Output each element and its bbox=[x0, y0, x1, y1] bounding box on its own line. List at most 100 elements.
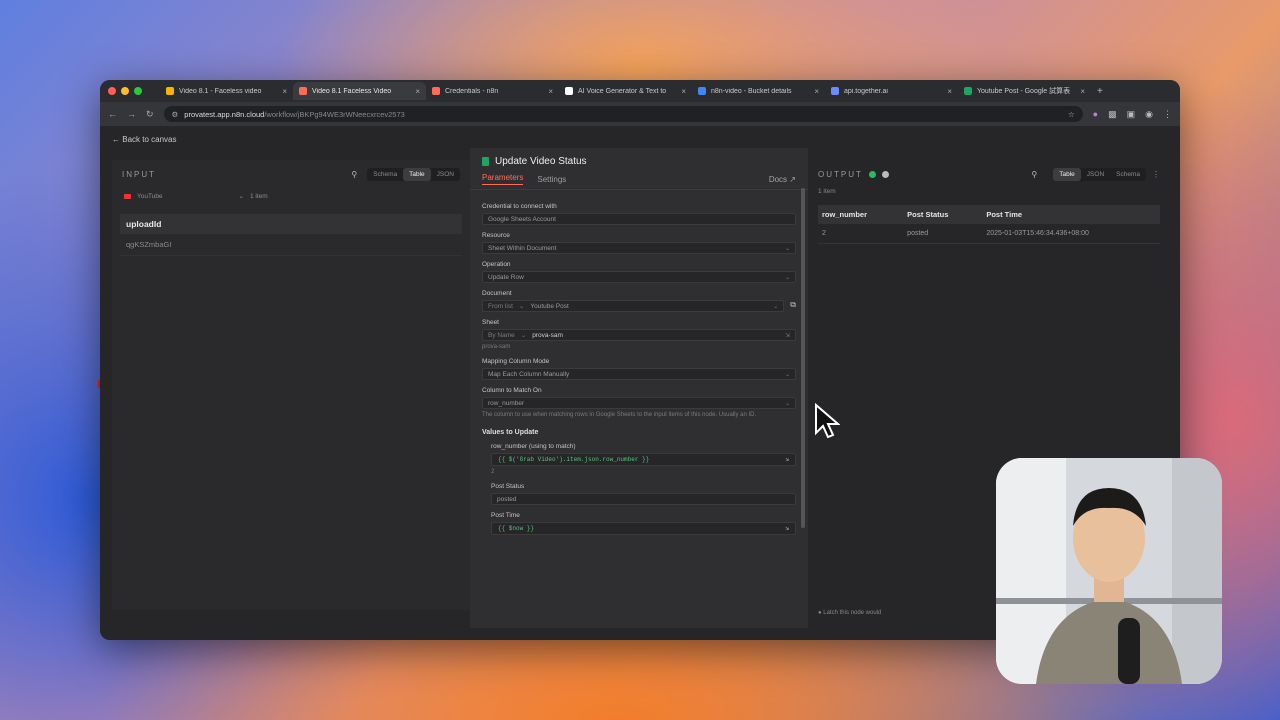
row-number-expression[interactable]: {{ $('Grab Video').item.json.row_number … bbox=[491, 452, 796, 466]
expand-icon[interactable]: ⇲ bbox=[785, 456, 789, 463]
tab-favicon-icon bbox=[698, 87, 706, 95]
match-select[interactable]: row_number ⌄ bbox=[482, 397, 796, 410]
tab-close-icon[interactable]: × bbox=[548, 87, 553, 96]
browser-tab[interactable]: AI Voice Generator & Text to × bbox=[559, 82, 692, 100]
document-label: Document bbox=[482, 290, 512, 297]
column-header: Post Time bbox=[982, 205, 1160, 224]
external-link-icon[interactable]: ⧉ bbox=[790, 300, 796, 310]
table-row: 2 posted 2025-01-03T15:46:34.436+08:00 bbox=[818, 224, 1160, 244]
operation-select[interactable]: Update Row ⌄ bbox=[482, 271, 796, 283]
resource-select[interactable]: Sheet Within Document ⌄ bbox=[482, 242, 796, 254]
docs-link[interactable]: Docs ↗ bbox=[769, 175, 796, 184]
tab-json[interactable]: JSON bbox=[431, 168, 460, 181]
panel-scrollbar[interactable] bbox=[801, 188, 805, 528]
url-path: /workflow/jBKPg94WE3rWNeecxrcev2573 bbox=[264, 109, 405, 119]
search-icon[interactable]: ⚲ bbox=[1031, 170, 1037, 179]
bookmark-star-icon[interactable]: ☆ bbox=[1068, 110, 1075, 119]
resource-value: Sheet Within Document bbox=[488, 244, 557, 252]
tab-label: api.together.ai bbox=[844, 87, 888, 95]
url-field[interactable]: ⚙ provatest.app.n8n.cloud/workflow/jBKPg… bbox=[163, 106, 1083, 122]
sheet-select[interactable]: By Name ⌄ prova-sam ⇲ bbox=[482, 329, 796, 341]
tab-table[interactable]: Table bbox=[403, 167, 431, 181]
mapping-value: Map Each Column Manually bbox=[488, 370, 570, 378]
tab-favicon-icon bbox=[831, 87, 839, 95]
reload-icon[interactable]: ↻ bbox=[146, 109, 154, 120]
post-time-expr-text: {{ $now }} bbox=[498, 525, 535, 533]
success-check-icon bbox=[868, 170, 876, 178]
row-number-label: row_number (using to match) bbox=[491, 442, 576, 450]
chevron-down-icon: ⌄ bbox=[784, 274, 790, 281]
operation-value: Update Row bbox=[488, 273, 524, 281]
browser-tab[interactable]: api.together.ai × bbox=[825, 82, 958, 100]
minimize-window-button[interactable] bbox=[121, 87, 129, 95]
column-header: row_number bbox=[818, 205, 904, 224]
post-time-expression[interactable]: {{ $now }} ⇲ bbox=[491, 522, 796, 536]
post-status-value: posted bbox=[497, 495, 517, 503]
source-node-select[interactable]: YouTube ⌄ 1 item bbox=[112, 188, 470, 204]
match-value: row_number bbox=[488, 399, 525, 407]
tab-favicon-icon bbox=[964, 87, 972, 95]
mouse-cursor-icon bbox=[815, 403, 840, 439]
tab-close-icon[interactable]: × bbox=[415, 87, 420, 96]
extension-icon[interactable]: ● bbox=[1093, 109, 1098, 119]
menu-kebab-icon[interactable]: ⋮ bbox=[1163, 109, 1172, 120]
tab-schema[interactable]: Schema bbox=[1110, 168, 1146, 181]
back-arrow-icon[interactable]: ← bbox=[108, 109, 117, 119]
row-number-expr-text: {{ $('Grab Video').item.json.row_number … bbox=[498, 455, 650, 463]
input-panel: INPUT ⚲ Schema Table JSON YouTube ⌄ 1 it… bbox=[112, 160, 470, 610]
browser-tab[interactable]: n8n-video - Bucket details × bbox=[692, 82, 825, 100]
tab-label: Video 8.1 Faceless Video bbox=[312, 87, 392, 95]
document-value: Youtube Post bbox=[530, 302, 569, 310]
expand-icon[interactable]: ⇲ bbox=[785, 332, 790, 339]
column-header: Post Status bbox=[903, 205, 983, 224]
site-info-icon[interactable]: ⚙ bbox=[172, 110, 179, 119]
expand-icon[interactable]: ⇲ bbox=[785, 525, 789, 532]
tab-close-icon[interactable]: × bbox=[1080, 87, 1085, 96]
operation-label: Operation bbox=[482, 261, 511, 268]
row-number-result: 2 bbox=[491, 468, 495, 475]
tab-parameters[interactable]: Parameters bbox=[482, 173, 524, 185]
more-options-icon[interactable]: ⋮ bbox=[1152, 170, 1160, 179]
mapping-select[interactable]: Map Each Column Manually ⌄ bbox=[482, 368, 796, 381]
tab-settings[interactable]: Settings bbox=[537, 175, 566, 184]
mapping-label: Mapping Column Mode bbox=[482, 358, 550, 366]
browser-tabs: Video 8.1 - Faceless video × Video 8.1 Fac… bbox=[160, 82, 1091, 100]
browser-tab[interactable]: Credentials - n8n × bbox=[426, 82, 559, 100]
post-status-input[interactable]: posted bbox=[491, 493, 796, 506]
values-section-title: Values to Update bbox=[482, 428, 539, 436]
tab-label: n8n-video - Bucket details bbox=[711, 87, 792, 95]
browser-tab[interactable]: Video 8.1 Faceless Video × bbox=[293, 82, 426, 100]
sheet-value: prova-sam bbox=[532, 331, 563, 339]
search-icon[interactable]: ⚲ bbox=[351, 170, 357, 179]
document-select[interactable]: From list ⌄ Youtube Post ⌄ bbox=[482, 300, 785, 312]
forward-arrow-icon[interactable]: → bbox=[127, 109, 136, 119]
browser-tab[interactable]: Video 8.1 - Faceless video × bbox=[160, 82, 293, 100]
close-window-button[interactable] bbox=[108, 87, 116, 95]
puzzle-icon[interactable]: ▩ bbox=[1108, 109, 1117, 120]
sheet-mode: By Name bbox=[488, 331, 515, 339]
credential-select[interactable]: Google Sheets Account bbox=[482, 213, 796, 225]
tab-schema[interactable]: Schema bbox=[367, 168, 403, 181]
tab-close-icon[interactable]: × bbox=[947, 87, 952, 96]
browser-tab[interactable]: Youtube Post - Google 試算表 × bbox=[958, 82, 1091, 100]
node-title[interactable]: Update Video Status bbox=[495, 156, 587, 167]
tab-favicon-icon bbox=[432, 87, 440, 95]
output-footer-text: Latch this node would bbox=[823, 610, 882, 616]
back-to-canvas-link[interactable]: ← Back to canvas bbox=[112, 135, 176, 144]
chevron-down-icon: ⌄ bbox=[784, 400, 790, 407]
chevron-down-icon: ⌄ bbox=[784, 245, 790, 252]
tab-close-icon[interactable]: × bbox=[814, 87, 819, 96]
profile-avatar[interactable]: ◉ bbox=[1145, 109, 1153, 120]
new-tab-button[interactable]: + bbox=[1097, 86, 1103, 97]
tab-json[interactable]: JSON bbox=[1081, 168, 1110, 181]
tab-bar: Video 8.1 - Faceless video × Video 8.1 Fac… bbox=[100, 80, 1180, 102]
zoom-window-button[interactable] bbox=[134, 87, 142, 95]
google-sheets-icon bbox=[482, 157, 489, 166]
tab-close-icon[interactable]: × bbox=[282, 87, 287, 96]
info-icon[interactable] bbox=[881, 170, 889, 178]
tab-table[interactable]: Table bbox=[1053, 167, 1081, 181]
sidebar-icon[interactable]: ▣ bbox=[1127, 109, 1136, 120]
tab-favicon-icon bbox=[166, 87, 174, 95]
tab-close-icon[interactable]: × bbox=[681, 87, 686, 96]
post-status-label: Post Status bbox=[491, 483, 525, 491]
